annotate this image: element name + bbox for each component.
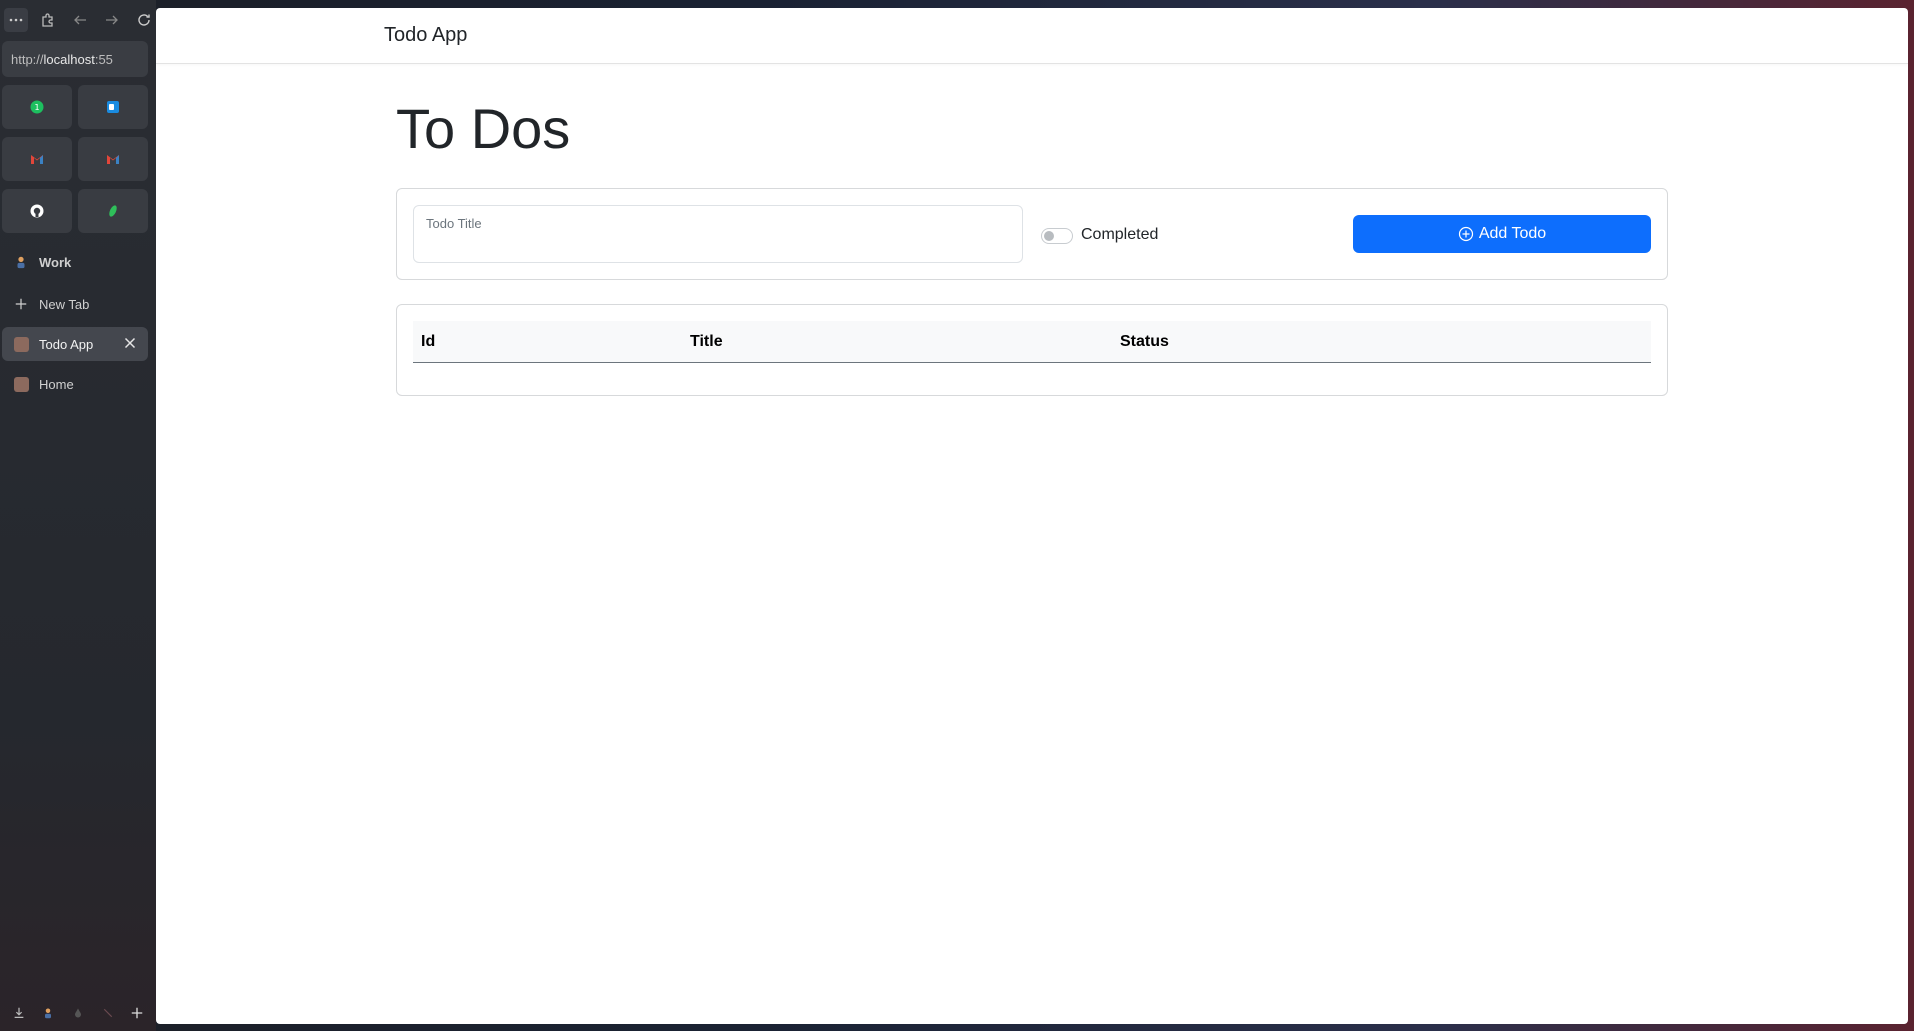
close-icon[interactable] xyxy=(122,335,138,351)
svg-text:1: 1 xyxy=(34,103,39,112)
gmail-icon xyxy=(107,155,119,164)
new-tab-button[interactable]: New Tab xyxy=(2,287,148,321)
column-header-title: Title xyxy=(690,332,723,350)
add-todo-card: Todo Title Completed Add Todo xyxy=(396,188,1668,280)
web-content: Todo App To Dos Todo Title Completed Add… xyxy=(156,8,1908,1024)
plus-icon xyxy=(13,296,29,312)
browser-toolbar xyxy=(0,0,156,40)
person-icon xyxy=(13,254,29,270)
back-button[interactable] xyxy=(68,8,92,32)
main-container: To Dos Todo Title Completed Add Todo Id … xyxy=(396,64,1668,396)
pinned-tab[interactable] xyxy=(2,189,72,233)
gmail-icon xyxy=(31,155,43,164)
outlook-icon xyxy=(107,101,119,113)
pinned-tab[interactable] xyxy=(78,137,148,181)
add-todo-label: Add Todo xyxy=(1478,225,1547,242)
new-tab-label: New Tab xyxy=(39,296,90,312)
tab-todo-app[interactable]: Todo App xyxy=(2,327,148,361)
leaf-icon xyxy=(109,205,117,217)
todo-title-input[interactable]: Todo Title xyxy=(413,205,1023,263)
url-host: localhost xyxy=(43,51,95,67)
browser-sidebar: http://localhost:55 1 Work New Tab Todo… xyxy=(0,0,156,1031)
completed-label: Completed xyxy=(1081,226,1159,243)
tab-label: Home xyxy=(39,376,74,392)
url-port: :55 xyxy=(94,51,113,67)
password-manager-icon: 1 xyxy=(30,100,44,114)
extensions-button[interactable] xyxy=(36,8,60,32)
pinned-tab[interactable] xyxy=(78,85,148,129)
downloads-icon[interactable] xyxy=(11,1005,27,1021)
navbar: Todo App xyxy=(156,8,1908,64)
forward-button[interactable] xyxy=(100,8,124,32)
puzzle-icon xyxy=(42,13,53,27)
url-scheme: http:// xyxy=(11,51,44,67)
pinned-tab[interactable] xyxy=(78,189,148,233)
arrow-right-icon xyxy=(106,15,118,25)
pinned-tab[interactable] xyxy=(2,137,72,181)
page-title: To Dos xyxy=(396,97,571,160)
pinned-tab[interactable]: 1 xyxy=(2,85,72,129)
pinned-tabs: 1 xyxy=(2,85,148,233)
tab-home[interactable]: Home xyxy=(2,367,148,401)
table-header: Id Title Status xyxy=(413,321,1651,363)
reload-button[interactable] xyxy=(132,8,156,32)
completed-toggle[interactable] xyxy=(1041,228,1073,244)
toggle-knob xyxy=(1044,231,1054,241)
slash-icon[interactable] xyxy=(100,1005,116,1021)
plus-circle-icon xyxy=(1458,226,1473,242)
tab-label: Todo App xyxy=(39,336,94,352)
address-bar[interactable]: http://localhost:55 xyxy=(2,41,148,77)
arrow-left-icon xyxy=(74,15,86,25)
todo-title-placeholder: Todo Title xyxy=(426,216,482,231)
more-icon xyxy=(9,18,23,22)
space-label: Work xyxy=(39,254,72,270)
drop-icon[interactable] xyxy=(70,1005,86,1021)
person-icon[interactable] xyxy=(40,1005,56,1021)
column-header-id: Id xyxy=(421,332,436,350)
favicon-icon xyxy=(13,336,29,352)
column-header-status: Status xyxy=(1120,332,1169,350)
navbar-brand[interactable]: Todo App xyxy=(384,24,467,47)
github-icon xyxy=(30,204,44,218)
space-switcher[interactable]: Work xyxy=(2,245,148,279)
reload-icon xyxy=(138,14,150,26)
plus-icon[interactable] xyxy=(129,1005,145,1021)
add-todo-button[interactable]: Add Todo xyxy=(1353,215,1651,253)
todo-table-card: Id Title Status xyxy=(396,304,1668,396)
sidebar-footer xyxy=(0,1001,156,1025)
favicon-icon xyxy=(13,376,29,392)
menu-button[interactable] xyxy=(4,8,28,32)
